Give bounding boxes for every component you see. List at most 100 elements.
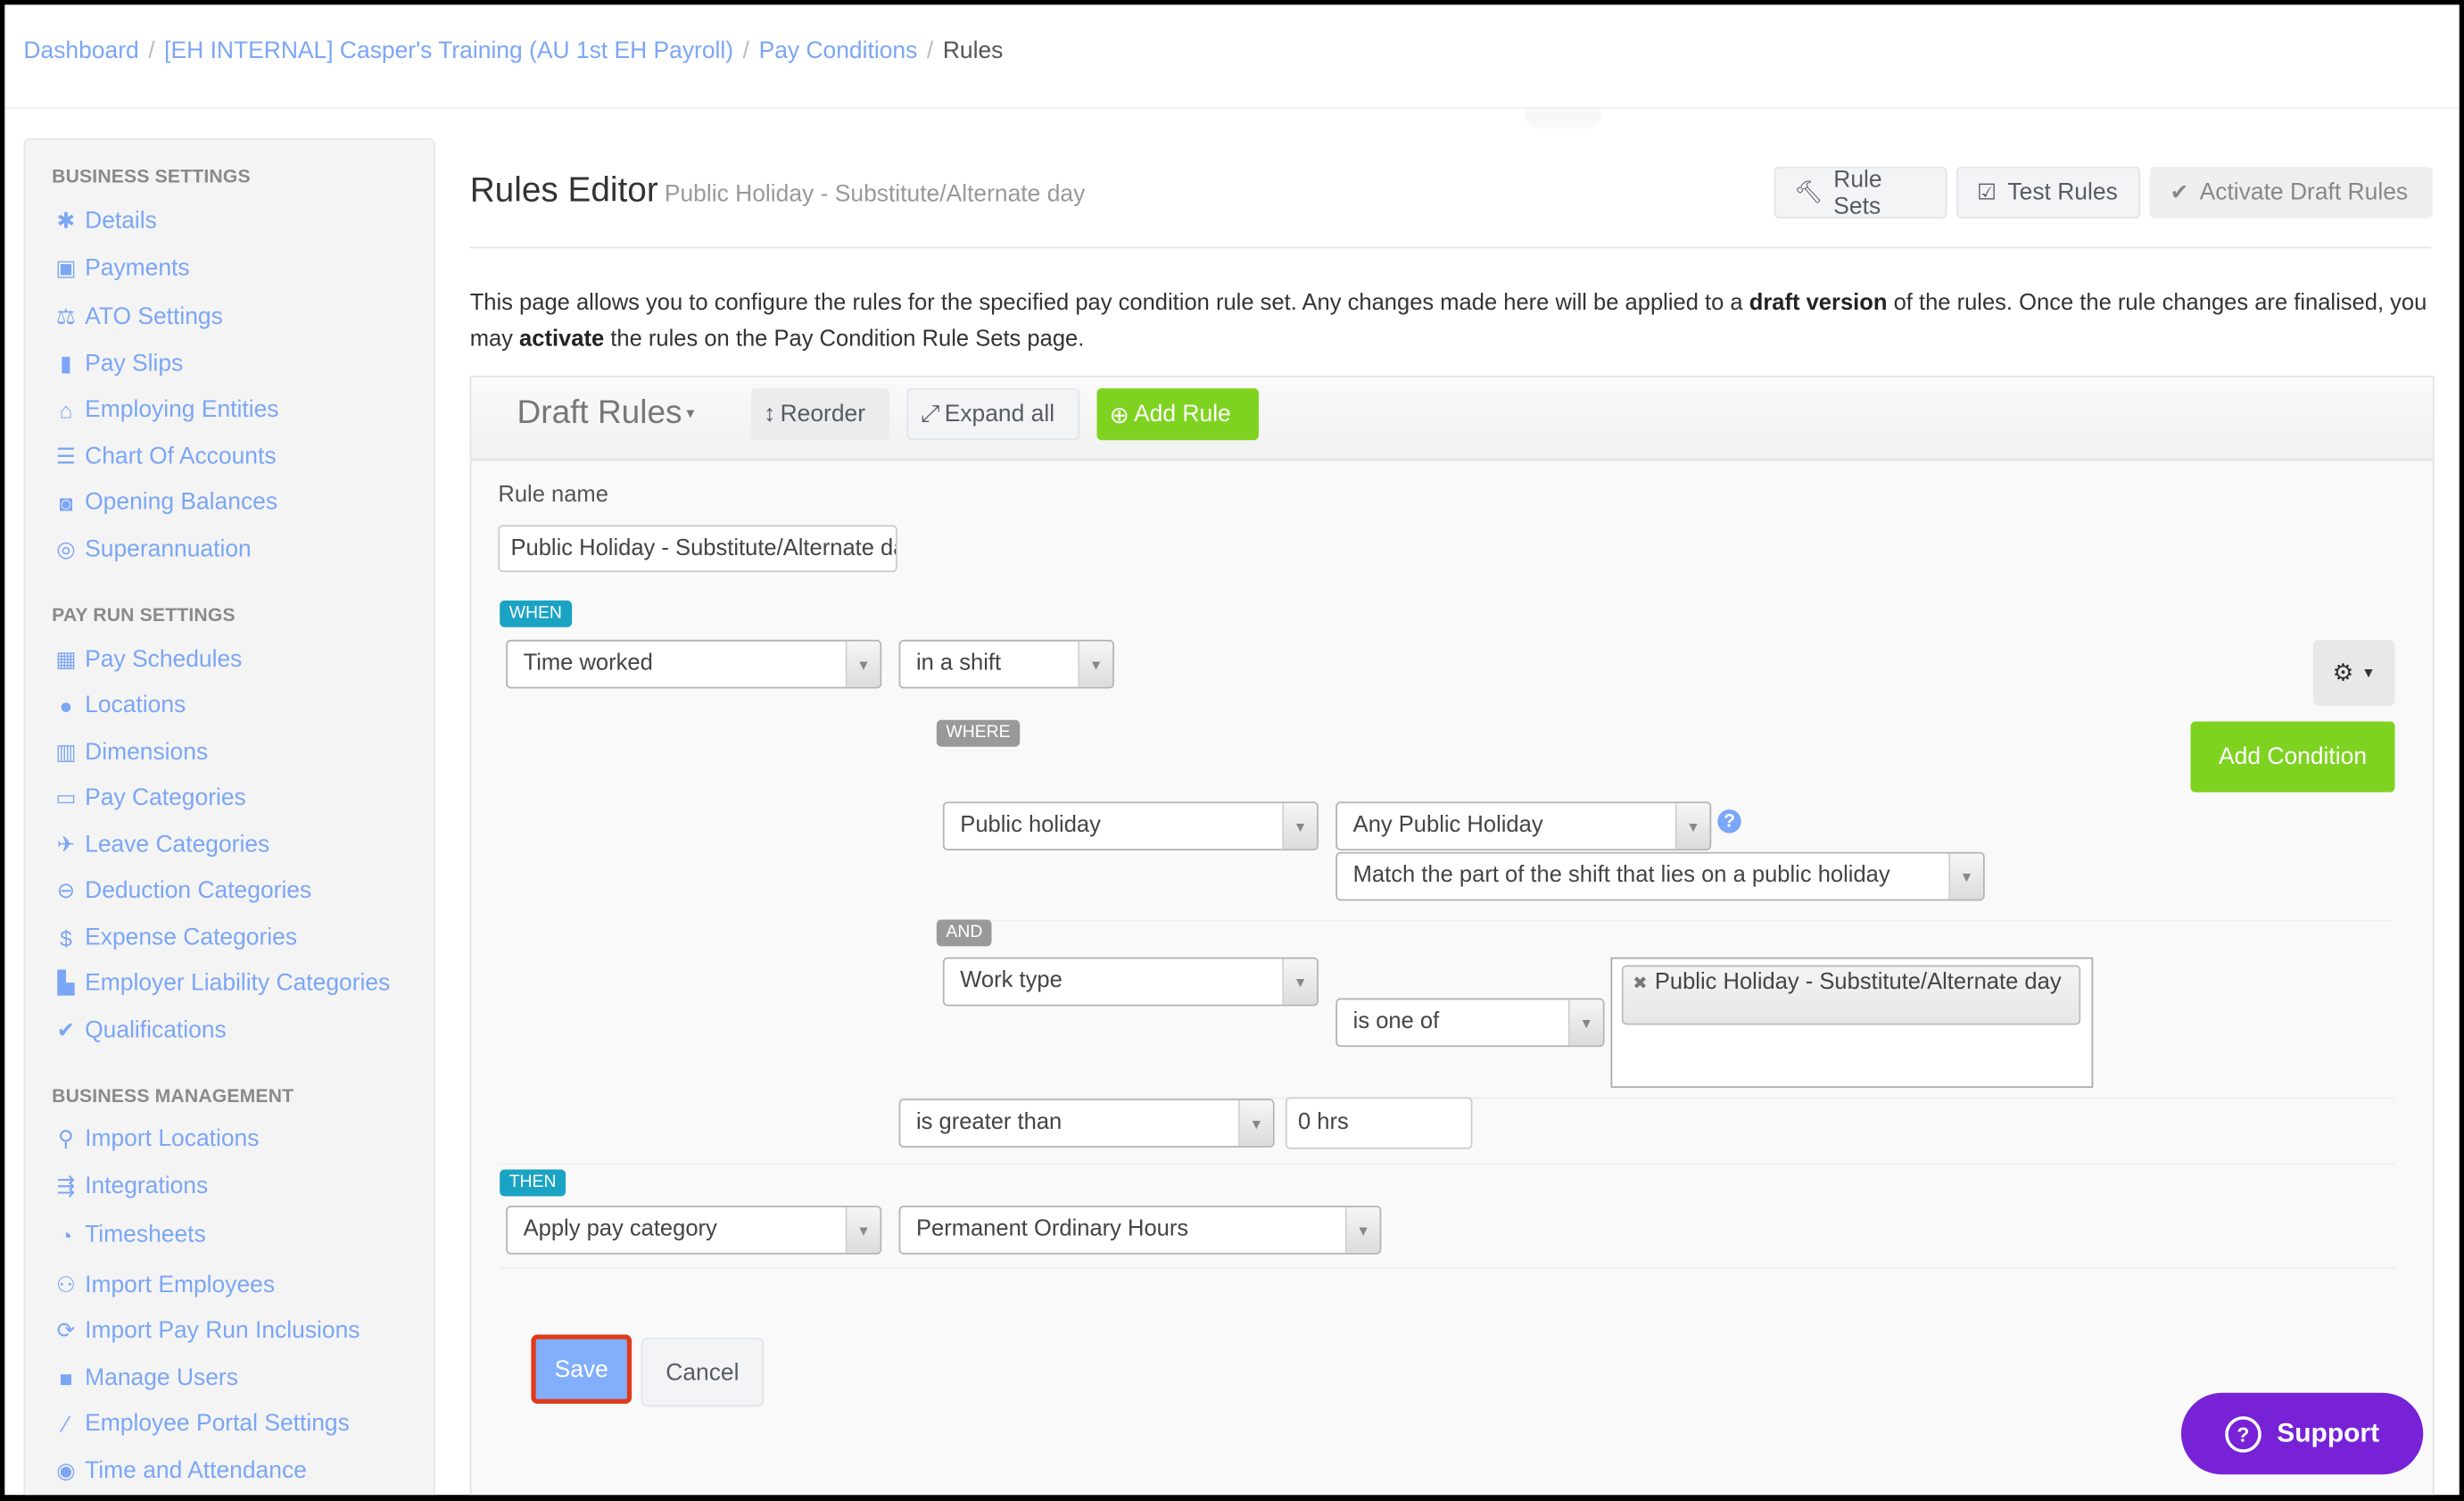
sidebar-item-chart-of-accounts[interactable]: ☰ Chart Of Accounts xyxy=(52,443,277,470)
expand-all-button[interactable]: ⤢ Expand all xyxy=(906,388,1080,441)
sidebar-item-time-and-attendance[interactable]: ◉ Time and Attendance xyxy=(52,1457,307,1484)
sidebar-item-pay-slips[interactable]: ▮ Pay Slips xyxy=(52,351,183,377)
map-pin-icon: ⚲ xyxy=(57,1125,75,1151)
sidebar-item-locations[interactable]: ● Locations xyxy=(52,692,186,718)
condition-field-select[interactable]: Public holiday ▼ xyxy=(942,801,1319,850)
test-rules-button[interactable]: ☑ Test Rules xyxy=(1956,166,2141,219)
sidebar-item-integrations[interactable]: ⇶ Integrations xyxy=(52,1173,209,1199)
dropdown-arrow-icon: ▼ xyxy=(1674,803,1710,850)
people-icon: ⚇ xyxy=(55,1272,77,1298)
condition2-operator-select[interactable]: is one of ▼ xyxy=(1335,998,1605,1048)
breadcrumb-dashboard[interactable]: Dashboard xyxy=(23,37,138,64)
floppy-icon: ▣ xyxy=(55,254,77,280)
sidebar-item-payments[interactable]: ▣ Payments xyxy=(52,254,189,281)
vertical-arrows-icon: ↕ xyxy=(764,401,776,428)
rule-sets-button[interactable]: 🔨︎ Rule Sets xyxy=(1774,166,1947,220)
sidebar-item-superannuation[interactable]: ◎ Superannuation xyxy=(52,536,252,563)
plus-circle-icon: ⊕ xyxy=(1109,402,1129,429)
when-tag: WHEN xyxy=(500,600,572,627)
breadcrumb-separator: / xyxy=(148,37,155,65)
page-subtitle: Public Holiday - Substitute/Alternate da… xyxy=(664,180,1086,208)
rule-name-label: Rule name xyxy=(498,482,608,508)
reorder-button[interactable]: ↕ Reorder xyxy=(750,388,890,441)
calendar-icon: ▦ xyxy=(55,645,77,672)
page-description: This page allows you to configure the ru… xyxy=(469,290,2427,352)
then-action-select[interactable]: Apply pay category ▼ xyxy=(506,1206,882,1255)
page-title: Rules Editor Public Holiday - Substitute/… xyxy=(469,170,1086,210)
sidebar-item-import-locations[interactable]: ⚲ Import Locations xyxy=(52,1125,260,1152)
checkbox-icon: ☑ xyxy=(1976,178,1997,204)
rules-panel: Draft Rules ▾ ↕ Reorder ⤢ Expand all ⊕ Add … xyxy=(469,375,2435,1496)
wallet-icon: ◙ xyxy=(59,489,73,515)
dropdown-arrow-icon: ▼ xyxy=(1238,1100,1273,1147)
sidebar-heading-business-management: BUSINESS MANAGEMENT xyxy=(52,1084,294,1107)
dropdown-arrow-icon: ▼ xyxy=(845,641,881,687)
sidebar-item-deduction-categories[interactable]: ⊖ Deduction Categories xyxy=(52,877,312,904)
dollar-circle-icon: $ xyxy=(60,925,72,950)
file-icon: ▮ xyxy=(60,350,72,376)
condition2-field-select[interactable]: Work type ▼ xyxy=(942,957,1319,1007)
gavel-icon: 🔨︎ xyxy=(1794,178,1823,204)
gear-icon: ✱ xyxy=(56,207,76,233)
rule-name-input[interactable]: Public Holiday - Substitute/Alternate da… xyxy=(498,525,897,573)
sidebar-item-pay-categories[interactable]: ▭ Pay Categories xyxy=(52,784,245,811)
sidebar-item-expense-categories[interactable]: $ Expense Categories xyxy=(52,925,297,951)
public-holiday-select[interactable]: Any Public Holiday ▼ xyxy=(1335,801,1712,850)
section-divider xyxy=(498,1163,2395,1165)
caret-down-icon: ▾ xyxy=(682,405,695,423)
sidebar-item-details[interactable]: ✱ Details xyxy=(52,208,157,235)
cancel-button[interactable]: Cancel xyxy=(641,1338,765,1407)
rule-settings-button[interactable]: ⚙ ▼ xyxy=(2312,639,2395,706)
sidebar-item-timesheets[interactable]: ◔ Timesheets xyxy=(52,1222,206,1248)
help-icon[interactable]: ? xyxy=(1717,809,1741,833)
lifebuoy-icon: ◎ xyxy=(56,535,76,561)
refresh-icon: ⟳ xyxy=(56,1317,76,1343)
sidebar-item-ato-settings[interactable]: ⚖ ATO Settings xyxy=(52,303,223,330)
sidebar-item-pay-schedules[interactable]: ▦ Pay Schedules xyxy=(52,646,242,673)
pay-category-select[interactable]: Permanent Ordinary Hours ▼ xyxy=(898,1206,1382,1255)
support-button[interactable]: ? Support xyxy=(2180,1392,2424,1475)
save-button[interactable]: Save xyxy=(531,1334,633,1405)
then-tag: THEN xyxy=(500,1169,566,1197)
bank-icon: ⌂ xyxy=(59,396,73,422)
remove-icon[interactable]: ✖ xyxy=(1633,973,1647,996)
sidebar-item-employing-entities[interactable]: ⌂ Employing Entities xyxy=(52,396,279,423)
dropdown-arrow-icon: ▼ xyxy=(1948,853,1984,900)
sidebar-item-qualifications[interactable]: ✔ Qualifications xyxy=(52,1017,227,1044)
sidebar-item-opening-balances[interactable]: ◙ Opening Balances xyxy=(52,489,278,516)
hours-input[interactable]: 0 hrs xyxy=(1285,1097,1473,1149)
work-type-multiselect[interactable]: ✖ Public Holiday - Substitute/Alternate d… xyxy=(1610,957,2094,1088)
sidebar-item-import-pay-run-inclusions[interactable]: ⟳ Import Pay Run Inclusions xyxy=(52,1317,360,1344)
match-mode-select[interactable]: Match the part of the shift that lies on… xyxy=(1335,851,1985,901)
dropdown-arrow-icon: ▼ xyxy=(845,1207,881,1253)
dropdown-arrow-icon: ▼ xyxy=(1282,958,1318,1005)
lock-icon: ■ xyxy=(59,1364,73,1391)
main-content: Rules Editor Public Holiday - Substitute/… xyxy=(469,4,2460,1496)
bar-chart-icon: ▥ xyxy=(55,738,77,765)
dropdown-arrow-icon: ▼ xyxy=(1078,641,1113,687)
when-subject-select[interactable]: Time worked ▼ xyxy=(506,639,882,689)
sidebar-item-leave-categories[interactable]: ✈ Leave Categories xyxy=(52,832,270,858)
check-circle-icon: ✔ xyxy=(2170,178,2189,204)
activate-draft-rules-button[interactable]: ✔ Activate Draft Rules xyxy=(2149,166,2433,219)
sidebar-item-employee-portal-settings[interactable]: ⁄ Employee Portal Settings xyxy=(52,1410,350,1437)
user-circle-icon: ◉ xyxy=(56,1456,76,1483)
draft-rules-dropdown[interactable]: Draft Rules ▾ xyxy=(517,394,695,432)
magic-wand-icon: ⁄ xyxy=(63,1410,69,1437)
add-rule-button[interactable]: ⊕ Add Rule xyxy=(1096,388,1259,441)
sidebar-item-dimensions[interactable]: ▥ Dimensions xyxy=(52,739,208,766)
sidebar-item-import-employees[interactable]: ⚇ Import Employees xyxy=(52,1272,275,1298)
when-scope-select[interactable]: in a shift ▼ xyxy=(898,639,1114,689)
where-tag: WHERE xyxy=(936,719,1021,747)
expand-icon: ⤢ xyxy=(921,401,940,428)
condition-divider xyxy=(936,919,2395,922)
sidebar-heading-business-settings: BUSINESS SETTINGS xyxy=(52,164,251,187)
sidebar-item-manage-users[interactable]: ■ Manage Users xyxy=(52,1364,238,1391)
sidebar-item-employer-liability-categories[interactable]: ▙ Employer Liability Categories xyxy=(52,970,390,997)
list-icon: ☰ xyxy=(55,443,77,469)
comparison-operator-select[interactable]: is greater than ▼ xyxy=(898,1099,1275,1148)
integration-icon: ⇶ xyxy=(56,1173,76,1198)
check-icon: ✔ xyxy=(56,1016,76,1042)
money-icon: ▭ xyxy=(55,784,77,810)
add-condition-button[interactable]: Add Condition xyxy=(2190,721,2395,792)
